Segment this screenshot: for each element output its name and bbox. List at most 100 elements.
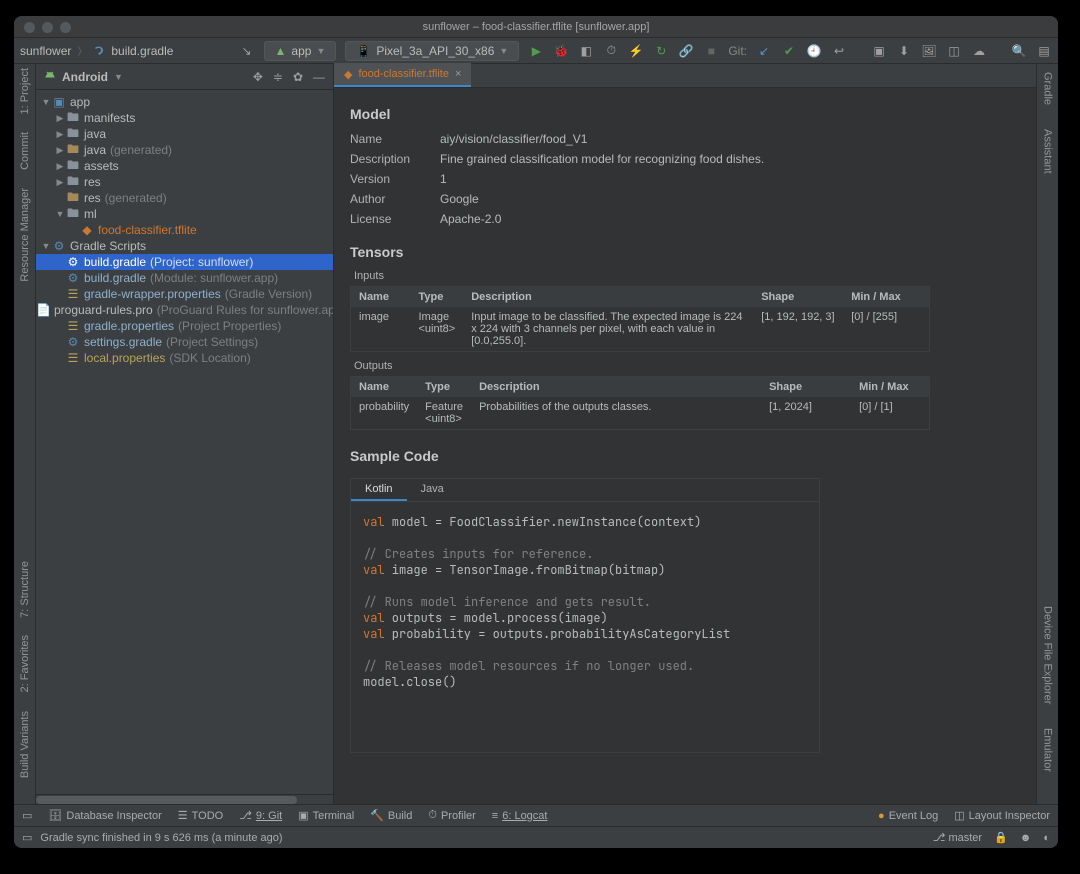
label-author: Author [350,192,440,206]
tree-folder-res-gen[interactable]: 🖿res(generated) [36,190,333,206]
lock-icon[interactable]: 🔒 [994,831,1008,844]
tree-folder-java[interactable]: ▶🖿java [36,126,333,142]
tree-gradle-scripts[interactable]: ▼⚙Gradle Scripts [36,238,333,254]
model-heading: Model [350,106,1020,122]
structure-tool-button[interactable]: 7: Structure [19,561,31,618]
breadcrumb-file[interactable]: build.gradle [111,44,173,58]
resource-manager-tool-button[interactable]: Resource Manager [19,188,31,282]
tree-build-gradle-module[interactable]: ⚙build.gradle(Module: sunflower.app) [36,270,333,286]
chevron-down-icon: ▼ [499,46,508,56]
tree-module-app[interactable]: ▼▣app [36,94,333,110]
editor-tab-tflite[interactable]: ◆ food-classifier.tflite × [334,63,471,87]
avd-manager-icon[interactable]: ▣ [871,43,887,59]
commit-tool-button[interactable]: Commit [19,132,31,170]
project-tool-button[interactable]: 1: Project [19,68,31,114]
project-view-selector[interactable]: Android ▼ [44,69,123,84]
android-icon [44,69,56,84]
tab-java[interactable]: Java [407,479,458,501]
status-bar: ▭ Gradle sync finished in 9 s 626 ms (a … [14,826,1058,848]
debug-icon[interactable]: 🐞 [553,43,569,59]
tab-kotlin[interactable]: Kotlin [351,479,407,501]
value-author: Google [440,192,479,206]
git-branch-widget[interactable]: ⎇ master [933,831,982,844]
tree-folder-assets[interactable]: ▶🖿assets [36,158,333,174]
gradle-file-icon [93,45,105,57]
editor-area: ◆ food-classifier.tflite × Model Nameaiy… [334,64,1036,804]
run-config-selector[interactable]: ▲ app ▼ [264,41,337,61]
device-file-explorer-tool-button[interactable]: Device File Explorer [1042,606,1054,704]
zoom-dot[interactable] [60,22,71,33]
terminal-button[interactable]: ▣ Terminal [298,809,354,822]
layout-inspector-button[interactable]: ◫ Layout Inspector [954,809,1050,822]
tree-settings-gradle[interactable]: ⚙settings.gradle(Project Settings) [36,334,333,350]
event-log-button[interactable]: ● Event Log [878,810,938,822]
tree-build-gradle-project[interactable]: ⚙build.gradle(Project: sunflower) [36,254,333,270]
value-license: Apache-2.0 [440,212,501,226]
project-panel-header: Android ▼ ✥ ≑ ✿ — [36,64,333,90]
settings-icon[interactable]: ✿ [293,70,303,84]
vcs-update-icon[interactable]: ↙ [756,43,772,59]
tree-file-tflite[interactable]: ◆food-classifier.tflite [36,222,333,238]
layout-inspector-icon[interactable]: ◫ [946,43,962,59]
tree-folder-java-gen[interactable]: ▶🖿java(generated) [36,142,333,158]
tree-folder-ml[interactable]: ▼🖿ml [36,206,333,222]
chevron-down-icon: ▼ [316,46,325,56]
project-view-label: Android [62,70,108,84]
collapse-icon[interactable]: ≑ [273,70,283,84]
vcs-rollback-icon[interactable]: ↩ [831,43,847,59]
logcat-button[interactable]: ≡ 6: Logcat [492,810,548,822]
gradle-tool-button[interactable]: Gradle [1042,72,1054,105]
locate-icon[interactable]: ✥ [253,70,263,84]
vcs-history-icon[interactable]: 🕘 [806,43,822,59]
sdk-manager-icon[interactable]: ⬇ [896,43,912,59]
database-inspector-button[interactable]: 🗄 Database Inspector [48,809,161,822]
code-block[interactable]: val model = FoodClassifier.newInstance(c… [351,502,819,752]
hide-tool-icon[interactable]: ▭ [22,809,32,822]
add-config-icon[interactable]: ↘︎ [239,43,255,59]
inputs-table: Name Type Description Shape Min / Max im… [350,286,930,352]
git-tool-button[interactable]: ⎇ 9: Git [239,809,282,822]
tree-proguard-rules[interactable]: 📄proguard-rules.pro(ProGuard Rules for s… [36,302,333,318]
project-tree[interactable]: ▼▣app ▶🖿manifests ▶🖿java ▶🖿java(generate… [36,90,333,794]
run-icon[interactable]: ▶ [528,43,544,59]
profile-icon[interactable]: ⏱ [603,43,619,59]
todo-button[interactable]: ☰ TODO [178,809,223,822]
status-overlay-icon[interactable]: ▭ [22,831,32,844]
tree-gradle-properties[interactable]: ☰gradle.properties(Project Properties) [36,318,333,334]
tree-folder-manifests[interactable]: ▶🖿manifests [36,110,333,126]
table-row: image Image <uint8> Input image to be cl… [351,307,930,352]
stop-icon[interactable]: ■ [703,43,719,59]
resource-manager-icon[interactable]: 🖼 [921,43,937,59]
build-variants-tool-button[interactable]: Build Variants [19,711,31,778]
settings-icon[interactable]: ▤ [1036,43,1052,59]
breadcrumb-project[interactable]: sunflower [20,44,71,58]
tree-folder-res[interactable]: ▶🖿res [36,174,333,190]
project-horizontal-scrollbar[interactable] [36,794,333,804]
close-dot[interactable] [24,22,35,33]
profiler-button[interactable]: ⏱ Profiler [428,809,475,822]
attach-debugger-icon[interactable]: 🔗 [678,43,694,59]
favorites-tool-button[interactable]: 2: Favorites [19,635,31,692]
device-selector[interactable]: 📱 Pixel_3a_API_30_x86 ▼ [345,41,519,61]
emulator-tool-button[interactable]: Emulator [1042,728,1054,772]
minimize-dot[interactable] [42,22,53,33]
apply-code-icon[interactable]: ↻ [653,43,669,59]
coverage-icon[interactable]: ◧ [578,43,594,59]
tree-gradle-wrapper-props[interactable]: ☰gradle-wrapper.properties(Gradle Versio… [36,286,333,302]
build-button[interactable]: 🔨 Build [370,809,412,822]
assistant-tool-button[interactable]: Assistant [1042,129,1054,174]
device-name: Pixel_3a_API_30_x86 [376,44,494,58]
table-row: probability Feature <uint8> Probabilitie… [351,397,930,430]
inspections-icon[interactable]: ☻ [1020,832,1032,844]
hide-icon[interactable]: — [313,70,325,84]
memory-icon[interactable]: ◐ [1043,832,1050,844]
vcs-commit-icon[interactable]: ✔ [781,43,797,59]
close-tab-icon[interactable]: × [455,68,461,80]
tree-local-properties[interactable]: ☰local.properties(SDK Location) [36,350,333,366]
app-quality-icon[interactable]: ☁ [971,43,987,59]
status-message: Gradle sync finished in 9 s 626 ms (a mi… [40,832,282,844]
search-everywhere-icon[interactable]: 🔍 [1011,43,1027,59]
tflite-icon: ◆ [344,68,352,81]
model-viewer: Model Nameaiy/vision/classifier/food_V1 … [334,88,1036,804]
apply-changes-icon[interactable]: ⚡ [628,43,644,59]
